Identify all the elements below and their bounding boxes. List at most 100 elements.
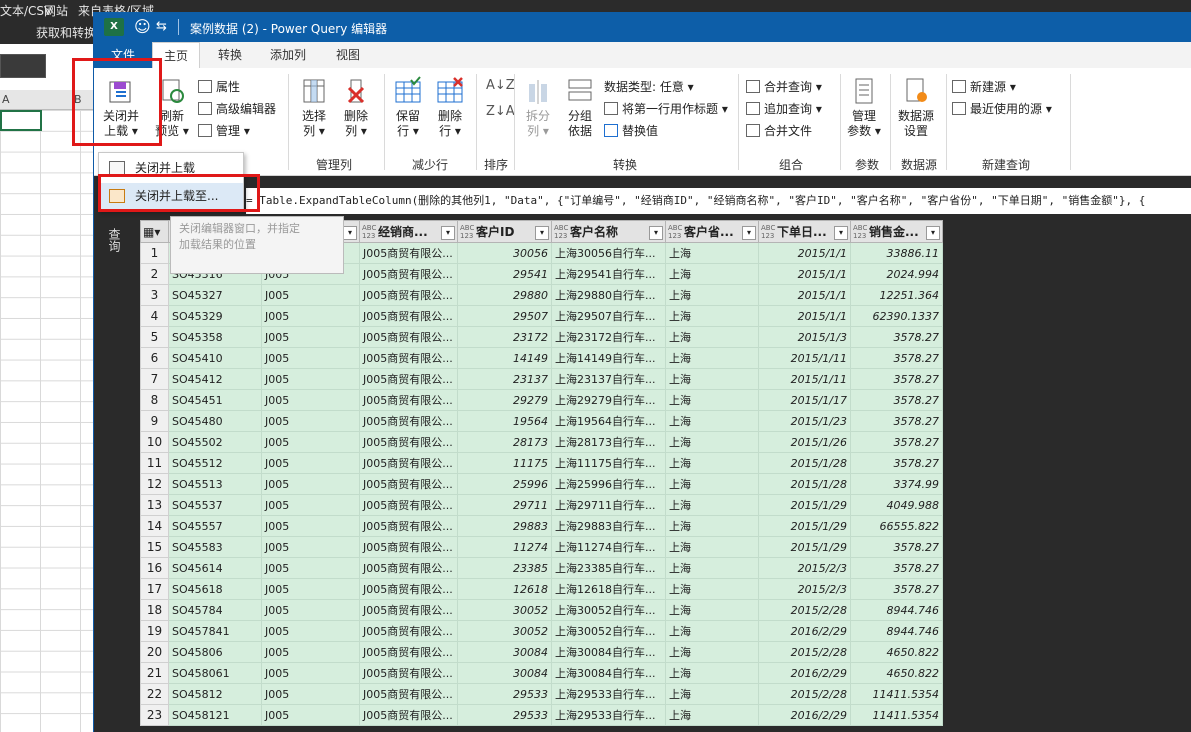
table-cell[interactable]: 3578.27 xyxy=(850,536,943,558)
table-cell[interactable]: SO45502 xyxy=(168,431,262,453)
table-cell[interactable]: SO45557 xyxy=(168,515,262,537)
row-number[interactable]: 3 xyxy=(140,284,169,306)
table-cell[interactable]: 上海14149自行车... xyxy=(551,347,666,369)
table-cell[interactable]: J005 xyxy=(261,431,360,453)
table-row[interactable]: 22 SO45812 J005 J005商贸有限公... 29533 上海29533自行车… xyxy=(140,683,943,705)
table-cell[interactable]: J005 xyxy=(261,578,360,600)
table-cell[interactable]: 2016/2/29 xyxy=(758,662,851,684)
table-row[interactable]: 13 SO45537 J005 J005商贸有限公... 29711 上海29711自行车… xyxy=(140,494,943,516)
table-cell[interactable]: J005 xyxy=(261,284,360,306)
table-row[interactable]: 14 SO45557 J005 J005商贸有限公... 29883 上海29883自行车… xyxy=(140,515,943,537)
quick-access-icon[interactable]: ⇆ xyxy=(156,19,167,34)
table-cell[interactable]: 上海 xyxy=(665,305,759,327)
table-cell[interactable]: 2015/1/29 xyxy=(758,515,851,537)
table-cell[interactable]: 2015/1/26 xyxy=(758,431,851,453)
table-cell[interactable]: 上海 xyxy=(665,410,759,432)
remove-rows-button[interactable]: 删除 行 ▾ xyxy=(430,76,470,139)
table-row[interactable]: 6 SO45410 J005 J005商贸有限公... 14149 上海14149自行车.… xyxy=(140,347,943,369)
column-header[interactable]: ABC 123 经销商... ▾ xyxy=(359,220,458,243)
new-source-button[interactable]: 新建源 ▾ xyxy=(952,78,1016,95)
table-cell[interactable]: 30084 xyxy=(457,641,552,663)
table-cell[interactable]: 上海 xyxy=(665,641,759,663)
table-cell[interactable]: 2015/1/29 xyxy=(758,494,851,516)
type-any-icon[interactable]: ABC 123 xyxy=(668,224,684,240)
table-row[interactable]: 20 SO45806 J005 J005商贸有限公... 30084 上海30084自行车… xyxy=(140,641,943,663)
table-row[interactable]: 5 SO45358 J005 J005商贸有限公... 23172 上海23172自行车.… xyxy=(140,326,943,348)
table-cell[interactable]: 29279 xyxy=(457,389,552,411)
table-cell[interactable]: 8944.746 xyxy=(850,620,943,642)
table-row[interactable]: 19 SO457841 J005 J005商贸有限公... 30052 上海30052自行… xyxy=(140,620,943,642)
table-row[interactable]: 21 SO458061 J005 J005商贸有限公... 30084 上海30084自行… xyxy=(140,662,943,684)
remove-columns-button[interactable]: 删除 列 ▾ xyxy=(336,76,376,139)
table-cell[interactable]: 2015/1/17 xyxy=(758,389,851,411)
table-cell[interactable]: J005商贸有限公... xyxy=(359,305,458,327)
table-cell[interactable]: 11175 xyxy=(457,452,552,474)
table-cell[interactable]: 4650.822 xyxy=(850,662,943,684)
row-number[interactable]: 6 xyxy=(140,347,169,369)
table-cell[interactable]: 29533 xyxy=(457,683,552,705)
table-cell[interactable]: 2015/2/3 xyxy=(758,557,851,579)
column-header[interactable]: ABC 123 销售金... ▾ xyxy=(850,220,943,243)
table-cell[interactable]: 上海30084自行车... xyxy=(551,662,666,684)
table-cell[interactable]: 29507 xyxy=(457,305,552,327)
table-cell[interactable]: 33886.11 xyxy=(850,242,943,264)
table-cell[interactable]: 上海29533自行车... xyxy=(551,704,666,726)
combine-files-button[interactable]: 合并文件 xyxy=(746,122,812,139)
table-cell[interactable]: SO45812 xyxy=(168,683,262,705)
table-cell[interactable]: 上海29279自行车... xyxy=(551,389,666,411)
table-cell[interactable]: 2015/1/29 xyxy=(758,536,851,558)
manage-button[interactable]: 管理 ▾ xyxy=(198,122,250,139)
data-source-settings-button[interactable]: 数据源 设置 xyxy=(894,76,938,139)
table-cell[interactable]: 29880 xyxy=(457,284,552,306)
tab-view[interactable]: 视图 xyxy=(336,46,360,63)
table-cell[interactable]: 上海29541自行车... xyxy=(551,263,666,285)
column-header[interactable]: ABC 123 客户省... ▾ xyxy=(665,220,759,243)
table-cell[interactable]: 12618 xyxy=(457,578,552,600)
table-cell[interactable]: 2015/1/1 xyxy=(758,305,851,327)
table-cell[interactable]: 2015/2/28 xyxy=(758,599,851,621)
table-cell[interactable]: 66555.822 xyxy=(850,515,943,537)
recent-sources-button[interactable]: 最近使用的源 ▾ xyxy=(952,100,1052,117)
table-cell[interactable]: SO458061 xyxy=(168,662,262,684)
queries-pane-label[interactable]: 查询 xyxy=(106,228,123,252)
table-cell[interactable]: J005商贸有限公... xyxy=(359,641,458,663)
table-row[interactable]: 12 SO45513 J005 J005商贸有限公... 25996 上海25996自行车… xyxy=(140,473,943,495)
type-any-icon[interactable]: ABC 123 xyxy=(554,224,570,240)
formula-bar[interactable]: = Table.ExpandTableColumn(删除的其他列1, "Data… xyxy=(246,188,1191,214)
replace-values-button[interactable]: 替换值 xyxy=(604,122,658,139)
table-cell[interactable]: J005 xyxy=(261,305,360,327)
table-cell[interactable]: J005 xyxy=(261,704,360,726)
row-number[interactable]: 11 xyxy=(140,452,169,474)
table-cell[interactable]: 3578.27 xyxy=(850,347,943,369)
table-row[interactable]: 4 SO45329 J005 J005商贸有限公... 29507 上海29507自行车.… xyxy=(140,305,943,327)
table-cell[interactable]: 2016/2/29 xyxy=(758,620,851,642)
row-number[interactable]: 16 xyxy=(140,557,169,579)
table-cell[interactable]: 上海 xyxy=(665,473,759,495)
table-cell[interactable]: J005商贸有限公... xyxy=(359,347,458,369)
table-cell[interactable]: 上海29507自行车... xyxy=(551,305,666,327)
excel-grid[interactable] xyxy=(0,110,95,732)
row-number[interactable]: 20 xyxy=(140,641,169,663)
type-any-icon[interactable]: ABC 123 xyxy=(362,224,378,240)
filter-dropdown-icon[interactable]: ▾ xyxy=(535,225,549,240)
table-cell[interactable]: J005商贸有限公... xyxy=(359,620,458,642)
table-cell[interactable]: J005 xyxy=(261,473,360,495)
choose-columns-button[interactable]: 选择 列 ▾ xyxy=(294,76,334,139)
row-number[interactable]: 14 xyxy=(140,515,169,537)
queries-pane[interactable]: 查询 xyxy=(94,218,138,732)
table-cell[interactable]: 3578.27 xyxy=(850,578,943,600)
table-cell[interactable]: 2015/1/3 xyxy=(758,326,851,348)
table-cell[interactable]: 19564 xyxy=(457,410,552,432)
table-cell[interactable]: 上海19564自行车... xyxy=(551,410,666,432)
table-cell[interactable]: J005 xyxy=(261,410,360,432)
table-cell[interactable]: 25996 xyxy=(457,473,552,495)
table-cell[interactable]: J005 xyxy=(261,326,360,348)
table-cell[interactable]: J005 xyxy=(261,389,360,411)
keep-rows-button[interactable]: 保留 行 ▾ xyxy=(388,76,428,139)
type-any-icon[interactable]: ABC 123 xyxy=(853,224,869,240)
table-cell[interactable]: 上海 xyxy=(665,389,759,411)
table-cell[interactable]: SO45512 xyxy=(168,452,262,474)
table-cell[interactable]: J005商贸有限公... xyxy=(359,599,458,621)
table-cell[interactable]: SO45614 xyxy=(168,557,262,579)
table-cell[interactable]: J005 xyxy=(261,515,360,537)
